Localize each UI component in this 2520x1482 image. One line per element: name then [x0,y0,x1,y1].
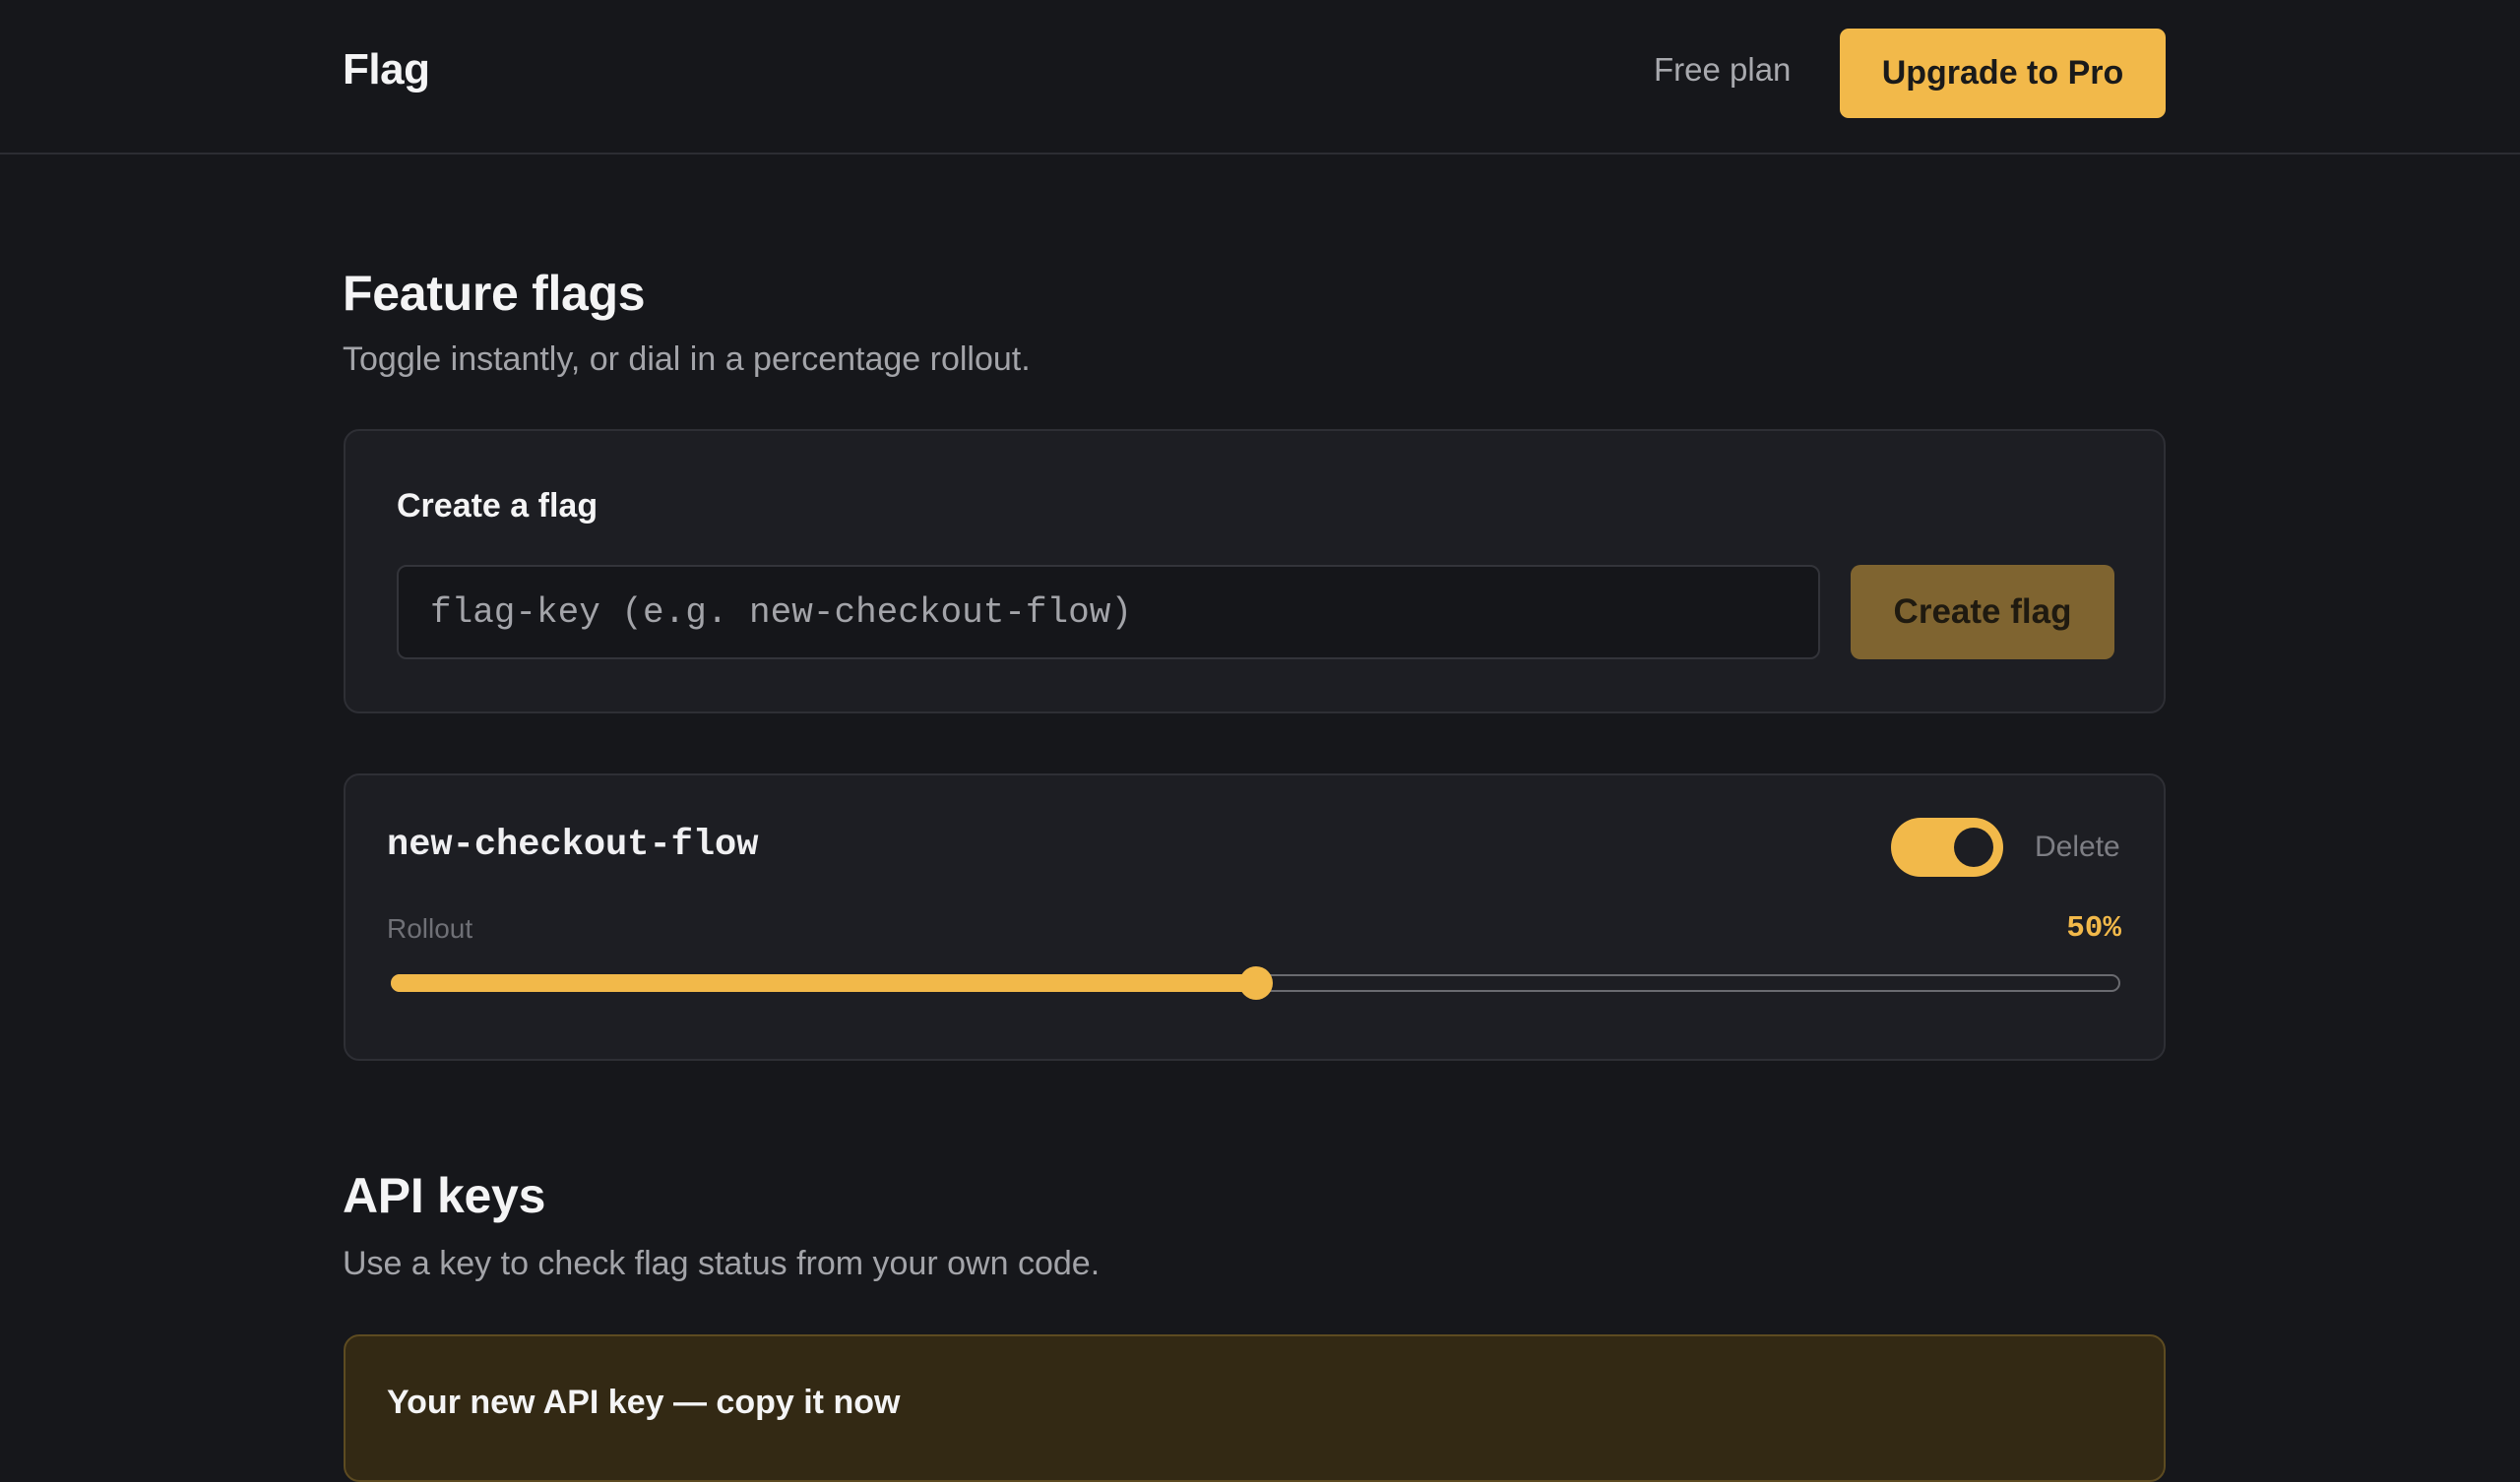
api-keys-subtitle: Use a key to check flag status from your… [343,1245,1101,1282]
new-api-key-heading: Your new API key — copy it now [387,1384,901,1421]
rollout-slider[interactable] [391,966,2120,1000]
feature-flags-subtitle: Toggle instantly, or dial in a percentag… [343,340,1031,378]
new-api-key-card: Your new API key — copy it now [344,1334,2166,1482]
feature-flags-title: Feature flags [343,266,646,321]
flag-key-name: new-checkout-flow [387,825,759,866]
toggle-knob [1954,828,1993,867]
flag-key-input[interactable] [397,565,1820,659]
current-plan-label: Free plan [1654,51,1792,88]
upgrade-to-pro-button[interactable]: Upgrade to Pro [1840,29,2166,118]
rollout-label: Rollout [387,913,473,944]
create-flag-card: Create a flag Create flag [344,429,2166,713]
rollout-slider-fill [391,974,1256,992]
rollout-percent-value: 50% [2066,911,2121,946]
brand-logo-text[interactable]: Flag [343,45,430,94]
create-flag-heading: Create a flag [397,487,598,525]
create-flag-button[interactable]: Create flag [1851,565,2114,659]
api-keys-title: API keys [343,1168,546,1223]
flag-enabled-toggle[interactable] [1891,818,2003,877]
top-bar: Flag Free plan Upgrade to Pro [0,0,2520,154]
rollout-slider-thumb[interactable] [1238,966,1273,1000]
flag-row: new-checkout-flow Delete Rollout 50% [344,773,2166,1061]
delete-flag-button[interactable]: Delete [2035,831,2120,864]
